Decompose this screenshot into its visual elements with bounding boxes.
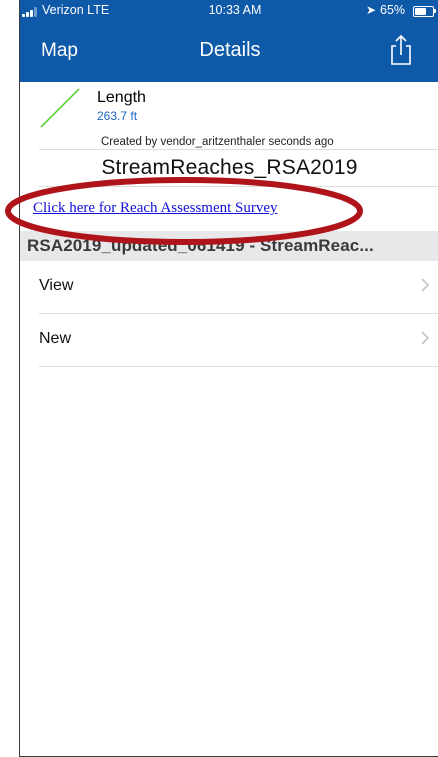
battery-level-fill	[415, 8, 426, 15]
divider	[39, 186, 438, 187]
status-time: 10:33 AM	[208, 3, 262, 17]
share-icon[interactable]	[387, 34, 415, 66]
battery-icon	[413, 6, 434, 17]
related-table-section-header: RSA2019_updated_061419 - StreamReac...	[20, 231, 438, 261]
battery-percentage: 65%	[380, 3, 406, 17]
layer-title: StreamReaches_RSA2019	[101, 156, 358, 179]
list-item-label: New	[39, 330, 72, 347]
app-window: Verizon LTE 10:33 AM ➤ 65% Map Details L…	[19, 0, 438, 757]
battery-tip	[434, 9, 436, 13]
chevron-right-icon	[420, 330, 430, 346]
carrier-label: Verizon LTE	[42, 3, 110, 17]
divider	[39, 149, 438, 150]
navigation-header: Verizon LTE 10:33 AM ➤ 65% Map Details	[20, 0, 438, 82]
page-title: Details	[199, 39, 261, 61]
screen: Verizon LTE 10:33 AM ➤ 65% Map Details L…	[0, 0, 438, 757]
divider	[39, 366, 438, 367]
length-field-label: Length	[97, 89, 146, 106]
line-geometry-icon	[40, 88, 80, 128]
status-bar: Verizon LTE 10:33 AM ➤ 65%	[20, 0, 438, 22]
chevron-right-icon	[420, 277, 430, 293]
created-by-text: Created by vendor_aritzenthaler seconds …	[101, 136, 334, 148]
list-item-view[interactable]: View	[20, 261, 438, 314]
location-arrow-icon: ➤	[366, 3, 377, 17]
section-header-label: RSA2019_updated_061419 - StreamReac...	[27, 236, 374, 255]
length-field-value: 263.7 ft	[97, 109, 138, 123]
list-item-label: View	[39, 277, 74, 294]
feature-summary: Length 263.7 ft Created by vendor_aritze…	[20, 82, 438, 187]
reach-assessment-survey-link[interactable]: Click here for Reach Assessment Survey	[33, 200, 278, 217]
signal-bars-icon	[22, 7, 40, 17]
list-item-new[interactable]: New	[20, 314, 438, 367]
back-to-map-button[interactable]: Map	[41, 40, 78, 62]
